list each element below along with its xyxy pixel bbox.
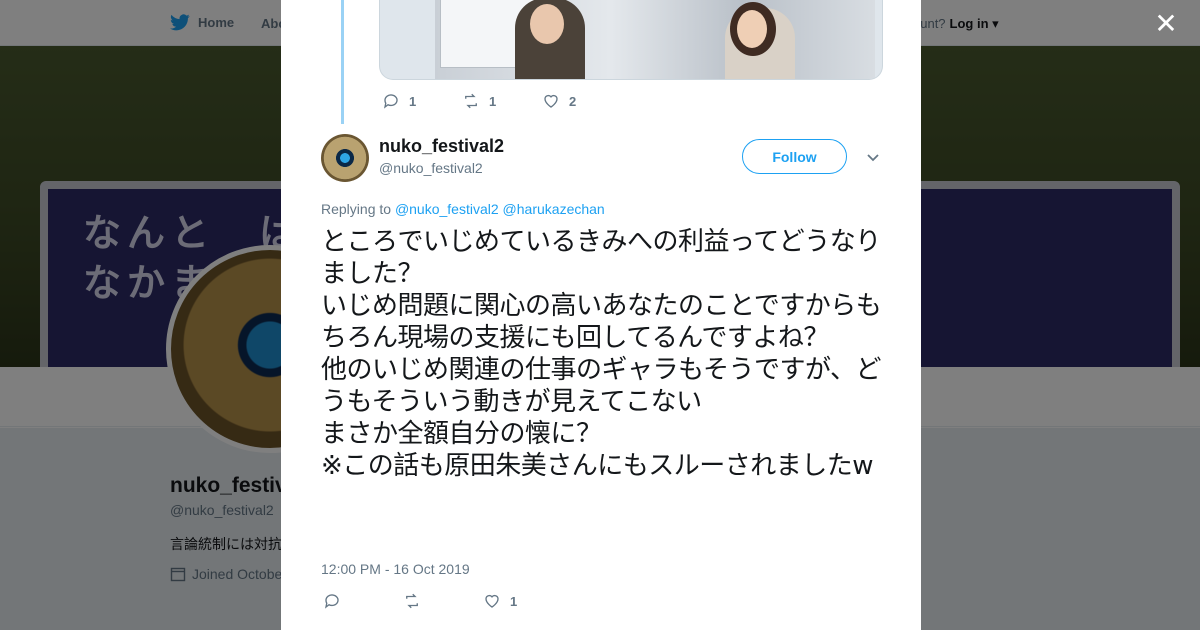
replying-to-user-link[interactable]: @harukazechan bbox=[503, 201, 605, 217]
reply-button[interactable] bbox=[323, 592, 403, 610]
previous-tweet-actions: 1 1 2 bbox=[382, 92, 622, 110]
like-count: 2 bbox=[569, 93, 577, 109]
reply-icon bbox=[383, 94, 398, 109]
chevron-down-icon bbox=[867, 154, 879, 162]
like-count: 1 bbox=[510, 593, 518, 609]
reply-button[interactable]: 1 bbox=[382, 92, 462, 110]
heart-icon bbox=[485, 594, 499, 608]
tweet-text: ところでいじめているきみへの利益ってどうなりました？ いじめ問題に関心の高いあな… bbox=[321, 227, 882, 481]
retweet-icon bbox=[406, 593, 418, 609]
media-photo-face bbox=[530, 4, 564, 44]
thread-connector-line bbox=[341, 0, 344, 124]
previous-tweet-media[interactable] bbox=[379, 0, 883, 80]
media-photo-face bbox=[737, 10, 767, 48]
author-name[interactable]: nuko_festival2 bbox=[379, 136, 504, 157]
retweet-count: 1 bbox=[489, 93, 497, 109]
like-button[interactable]: 1 bbox=[483, 592, 563, 610]
reply-icon bbox=[324, 594, 339, 609]
author-handle[interactable]: @nuko_festival2 bbox=[379, 160, 483, 176]
retweet-button[interactable]: 1 bbox=[462, 92, 542, 110]
replying-to-user-link[interactable]: @nuko_festival2 bbox=[395, 201, 499, 217]
tweet-actions: 1 bbox=[323, 592, 563, 610]
close-icon[interactable]: ✕ bbox=[1152, 10, 1180, 38]
tweet-modal: 1 1 2 nuko_festival2 @nuko_festival2 Fol… bbox=[281, 0, 921, 630]
like-button[interactable]: 2 bbox=[542, 92, 622, 110]
heart-icon bbox=[544, 94, 558, 108]
follow-button[interactable]: Follow bbox=[742, 139, 847, 174]
replying-to-label: Replying to bbox=[321, 201, 392, 217]
reply-count: 1 bbox=[409, 93, 417, 109]
tweet-menu-button[interactable] bbox=[865, 149, 881, 165]
retweet-button[interactable] bbox=[403, 592, 483, 610]
tweet-timestamp[interactable]: 12:00 PM - 16 Oct 2019 bbox=[321, 561, 470, 577]
retweet-icon bbox=[465, 93, 477, 109]
author-avatar[interactable] bbox=[321, 134, 369, 182]
replying-to: Replying to @nuko_festival2 @harukazecha… bbox=[321, 201, 605, 217]
